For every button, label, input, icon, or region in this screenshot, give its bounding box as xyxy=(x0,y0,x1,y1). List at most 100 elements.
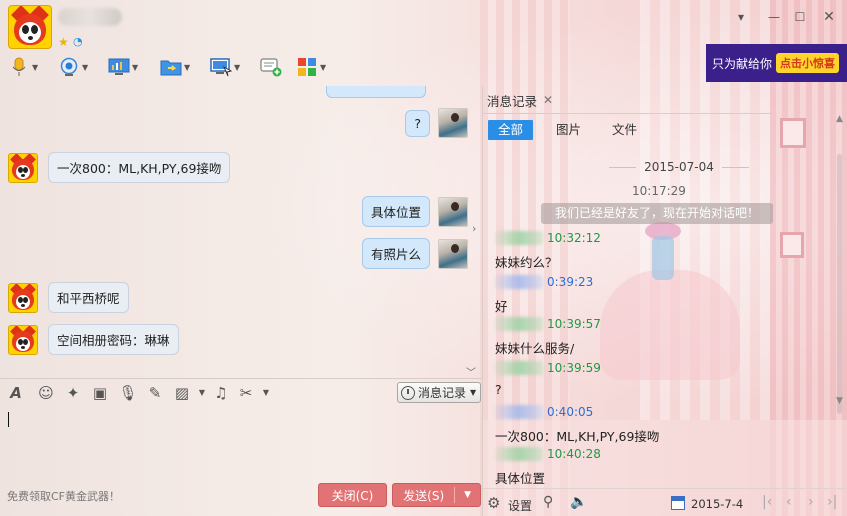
collapse-panel-icon[interactable]: › xyxy=(472,222,476,235)
message-add-icon xyxy=(260,56,282,78)
message-bubble[interactable]: 一次800：ML,KH,PY,69接吻 xyxy=(48,152,231,183)
my-avatar[interactable] xyxy=(438,108,468,138)
remote-desktop-button[interactable]: ▼ xyxy=(210,54,244,80)
scroll-down-icon[interactable]: ﹀ xyxy=(466,364,476,379)
close-button[interactable]: 关闭(C) xyxy=(318,483,387,507)
contact-avatar-small[interactable] xyxy=(8,152,38,183)
message-bubble[interactable]: 有照片么 xyxy=(361,238,430,269)
contact-avatar-small[interactable] xyxy=(8,324,38,355)
qq-status-icon[interactable]: ◔ xyxy=(73,35,83,48)
emoji-icon[interactable]: ☺ xyxy=(36,383,56,403)
music-icon[interactable]: ♫ xyxy=(211,383,231,403)
message-row: 和平西桥呢 xyxy=(8,282,129,313)
history-footer: ⚙ 设置 ⚲ 🔈 2015-7-4 |‹ ‹ › ›| xyxy=(483,488,847,516)
filter-images[interactable]: 图片 xyxy=(546,120,591,140)
chevron-down-icon[interactable]: ▼ xyxy=(82,63,92,72)
history-entry[interactable]: 10:39:57 妹妹什么服务/ xyxy=(495,316,601,357)
image-icon[interactable]: ▨ xyxy=(172,383,192,403)
gear-icon[interactable]: ⚙ xyxy=(487,494,500,512)
screen-share-button[interactable]: ▼ xyxy=(108,54,142,80)
date-separator: 2015-07-04 xyxy=(609,160,749,174)
filter-all[interactable]: 全部 xyxy=(488,120,534,140)
scroll-down-icon[interactable]: ▼ xyxy=(836,396,843,406)
history-entry[interactable]: 10:40:28 具体位置 xyxy=(495,446,601,487)
last-page-icon[interactable]: ›| xyxy=(827,494,837,510)
close-icon[interactable]: ✕ xyxy=(819,8,839,26)
message-bubble[interactable]: 和平西桥呢 xyxy=(48,282,129,313)
promo-link[interactable]: 免费领取CF黄金武器！ xyxy=(7,488,120,504)
magic-expression-icon[interactable]: ▣ xyxy=(90,383,110,403)
maximize-icon[interactable]: ☐ xyxy=(790,8,810,26)
filter-files[interactable]: 文件 xyxy=(602,120,647,140)
shake-icon[interactable]: ✦ xyxy=(63,383,83,403)
message-input[interactable] xyxy=(0,406,482,482)
chevron-down-icon[interactable]: ▼ xyxy=(234,63,244,72)
message-bubble-partial xyxy=(326,86,426,98)
chevron-down-icon[interactable]: ▼ xyxy=(256,383,276,403)
history-entry[interactable]: 0:40:05 一次800：ML,KH,PY,69接吻 xyxy=(495,404,659,445)
history-scrollbar[interactable]: ▲ ▼ xyxy=(836,114,844,474)
contact-avatar[interactable] xyxy=(8,5,52,49)
text-cursor xyxy=(8,412,9,427)
message-bubble[interactable]: ? xyxy=(405,109,430,137)
chevron-down-icon[interactable]: ▼ xyxy=(184,63,194,72)
sender-name-blurred xyxy=(495,317,543,331)
chevron-down-icon[interactable]: ▼ xyxy=(192,383,212,403)
message-bubble[interactable]: 空间相册密码：琳琳 xyxy=(48,324,179,355)
ad-banner[interactable]: 只为献给你 点击小惊喜 xyxy=(706,44,847,82)
history-date-picker[interactable]: 2015-7-4 xyxy=(691,497,743,511)
first-page-icon[interactable]: |‹ xyxy=(762,494,772,510)
history-entry[interactable]: 10:39:59 ? xyxy=(495,360,601,397)
apps-icon xyxy=(296,56,318,78)
chevron-down-icon[interactable]: ▼ xyxy=(132,63,142,72)
doodle-icon[interactable]: ✎ xyxy=(145,383,165,403)
tab-message-history[interactable]: 消息记录 ✕ xyxy=(487,90,553,110)
my-avatar[interactable] xyxy=(438,196,468,227)
minimize-icon[interactable]: — xyxy=(764,8,784,26)
entry-time: 0:39:23 xyxy=(547,275,594,289)
message-bubble[interactable]: 具体位置 xyxy=(361,196,430,227)
new-message-button[interactable] xyxy=(260,54,282,80)
my-avatar[interactable] xyxy=(438,238,468,269)
menu-icon[interactable]: ▾ xyxy=(731,8,751,26)
send-options-chevron-icon[interactable]: ▼ xyxy=(455,490,480,500)
message-history-button[interactable]: 消息记录 ▼ xyxy=(397,382,481,403)
camera-icon xyxy=(58,56,80,78)
input-toolbar: A ☺ ✦ ▣ 🎙 ✎ ▨ ▼ ♫ ✂ ▼ 消息记录 ▼ xyxy=(0,378,482,406)
prev-page-icon[interactable]: ‹ xyxy=(786,494,792,510)
send-button-label: 发送(S) xyxy=(403,488,445,503)
screenshot-scissors-icon[interactable]: ✂ xyxy=(236,383,256,403)
history-entry[interactable]: 10:32:12 妹妹约么？ xyxy=(495,230,601,271)
send-button[interactable]: 发送(S) ▼ xyxy=(392,483,481,507)
video-call-button[interactable]: ▼ xyxy=(58,54,92,80)
calendar-icon[interactable] xyxy=(671,496,685,510)
chevron-down-icon[interactable]: ▼ xyxy=(32,63,42,72)
settings-link[interactable]: 设置 xyxy=(508,497,532,514)
search-icon[interactable]: ⚲ xyxy=(543,494,553,510)
entry-text: 一次800：ML,KH,PY,69接吻 xyxy=(495,429,660,444)
star-icon[interactable]: ★ xyxy=(58,35,69,49)
file-transfer-button[interactable]: ▼ xyxy=(160,54,194,80)
chevron-down-icon: ▼ xyxy=(470,388,477,397)
entry-time: 10:39:59 xyxy=(547,361,601,375)
message-row-partial xyxy=(326,86,426,98)
scroll-up-icon[interactable]: ▲ xyxy=(836,114,843,124)
ad-button[interactable]: 点击小惊喜 xyxy=(776,53,840,73)
apps-button[interactable]: ▼ xyxy=(296,54,330,80)
contact-avatar-small[interactable] xyxy=(8,282,38,313)
history-entry[interactable]: 0:39:23 好 xyxy=(495,274,593,315)
next-page-icon[interactable]: › xyxy=(808,494,814,510)
scrollbar-thumb[interactable] xyxy=(837,154,842,414)
sender-name-blurred xyxy=(495,405,543,419)
close-tab-icon[interactable]: ✕ xyxy=(543,93,553,107)
voice-message-icon[interactable]: 🎙 xyxy=(118,383,138,403)
entry-text: ? xyxy=(495,382,502,397)
chat-message-area[interactable]: ? 一次800：ML,KH,PY,69接吻 具体位置 有照片么 和平西桥呢 空间… xyxy=(0,86,482,378)
font-icon[interactable]: A xyxy=(6,383,26,403)
voice-call-button[interactable]: ▼ xyxy=(8,54,42,80)
speaker-icon[interactable]: 🔈 xyxy=(570,494,587,510)
message-row: 一次800：ML,KH,PY,69接吻 xyxy=(8,152,231,183)
sender-name-blurred xyxy=(495,361,543,375)
chevron-down-icon[interactable]: ▼ xyxy=(320,63,330,72)
entry-text: 妹妹什么服务/ xyxy=(495,341,575,356)
